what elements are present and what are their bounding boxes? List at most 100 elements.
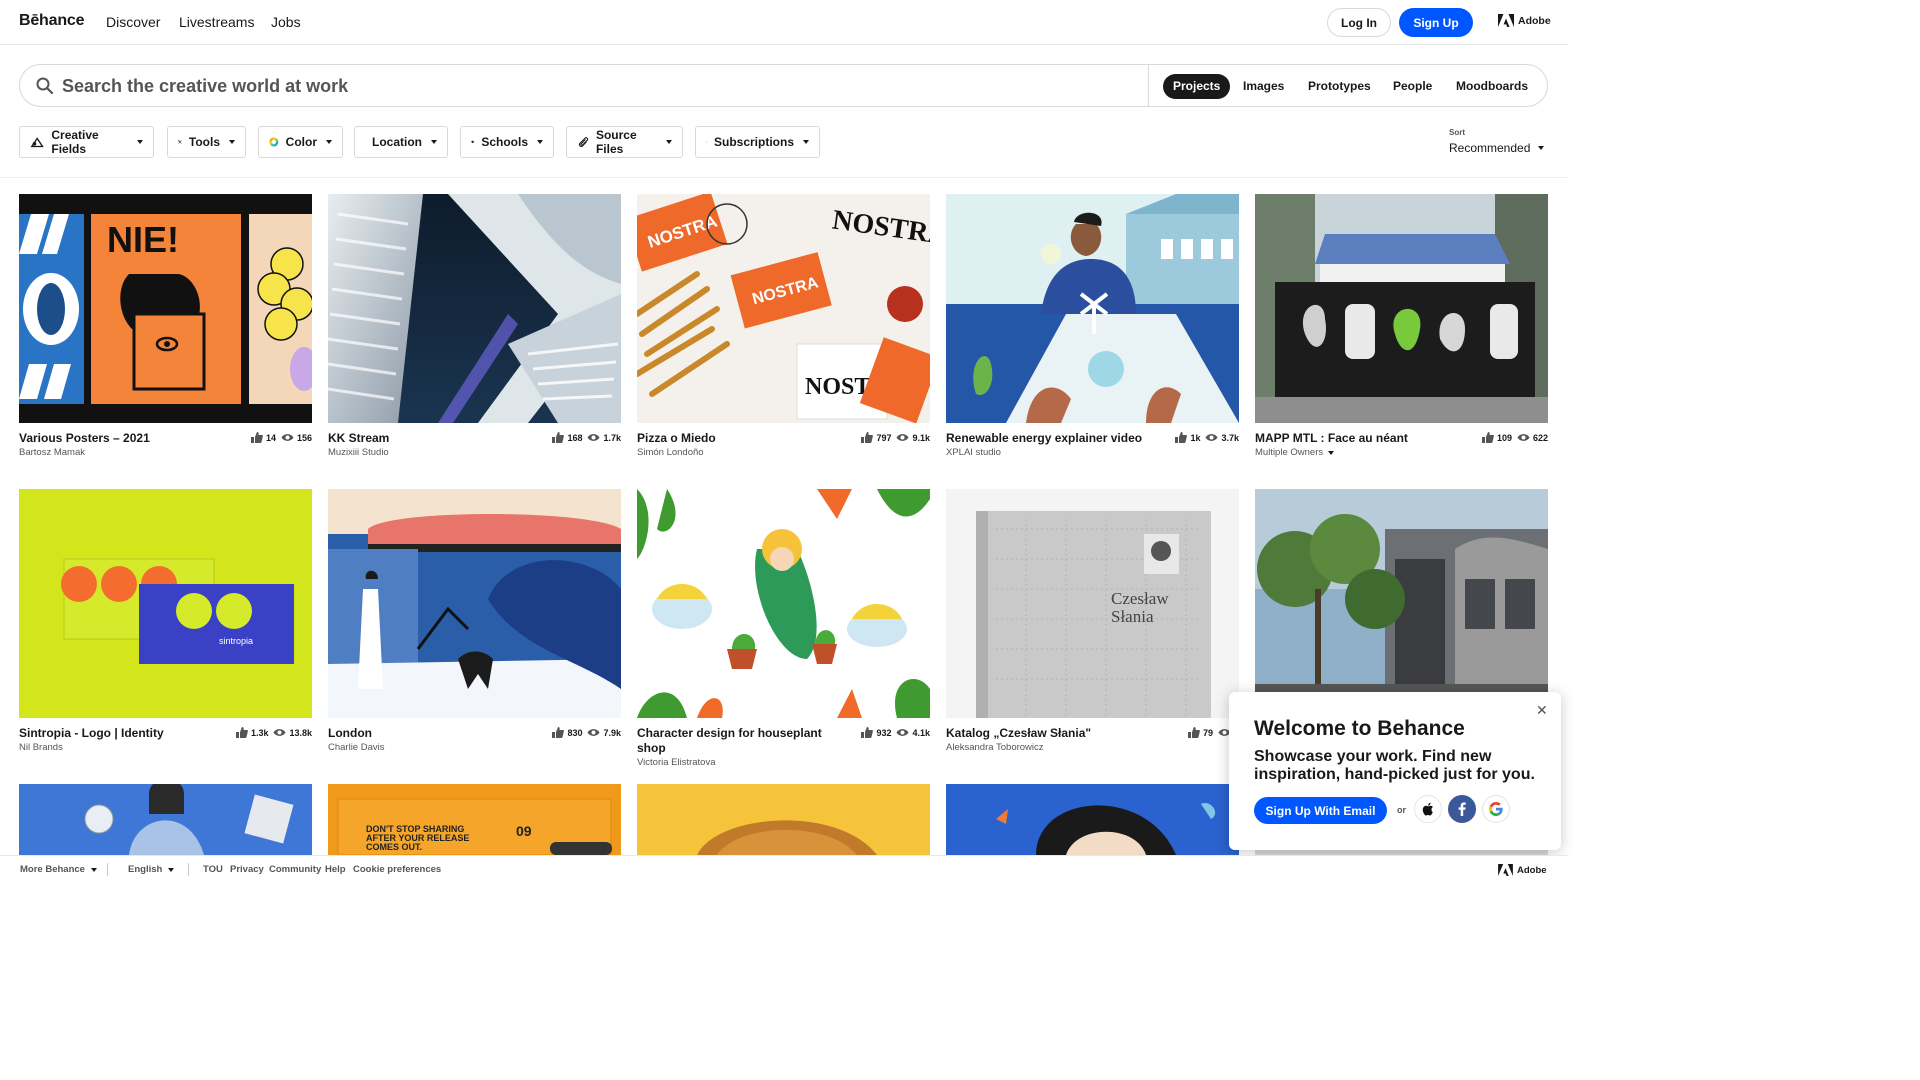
- project-thumbnail[interactable]: [637, 489, 930, 718]
- project-card[interactable]: MAPP MTL : Face au néant Multiple Owners…: [1255, 194, 1548, 459]
- thumbnail-text: 09: [516, 823, 532, 839]
- sort-value: Recommended: [1449, 141, 1531, 155]
- project-owner[interactable]: Multiple Owners: [1255, 446, 1548, 459]
- book-title: Czesław: [1111, 589, 1169, 608]
- sort-dropdown[interactable]: Recommended: [1449, 141, 1545, 155]
- project-stats: 168 1.7k: [552, 432, 621, 443]
- project-title[interactable]: Various Posters – 2021: [19, 431, 229, 446]
- nav-link-jobs[interactable]: Jobs: [271, 14, 301, 30]
- project-card[interactable]: Character design for houseplant shop Vic…: [637, 489, 930, 769]
- project-owner[interactable]: Muzixiii Studio: [328, 446, 621, 459]
- project-thumbnail[interactable]: [637, 784, 930, 855]
- tab-projects[interactable]: Projects: [1163, 74, 1231, 99]
- search-icon: [36, 77, 53, 94]
- filter-label: Schools: [481, 135, 528, 149]
- project-thumbnail[interactable]: [946, 194, 1239, 423]
- project-owner[interactable]: XPLAI studio: [946, 446, 1239, 459]
- project-thumbnail[interactable]: [328, 489, 621, 718]
- adobe-link[interactable]: Adobe: [1498, 14, 1551, 27]
- project-title[interactable]: Katalog „Czesław Słania": [946, 726, 1156, 741]
- project-card[interactable]: [946, 784, 1239, 855]
- project-title[interactable]: KK Stream: [328, 431, 538, 446]
- project-card[interactable]: NIE! Various Posters – 2021 Bartosz Mama…: [19, 194, 312, 459]
- chevron-down-icon[interactable]: [1328, 450, 1335, 455]
- project-title[interactable]: MAPP MTL : Face au néant: [1255, 431, 1465, 446]
- eye-icon: [281, 434, 294, 441]
- project-card[interactable]: London Charlie Davis 830 7.9k: [328, 489, 621, 754]
- filter-tools[interactable]: Tools: [167, 126, 246, 158]
- close-button[interactable]: ✕: [1536, 702, 1548, 719]
- more-behance-dropdown[interactable]: More Behance: [20, 864, 97, 875]
- chevron-down-icon: [326, 140, 332, 144]
- project-thumbnail[interactable]: [1255, 194, 1548, 423]
- project-card[interactable]: KK Stream Muzixiii Studio 168 1.7k: [328, 194, 621, 459]
- footer-link-help[interactable]: Help: [325, 864, 346, 875]
- google-signin-button[interactable]: [1482, 795, 1510, 823]
- filter-label: Location: [372, 135, 422, 149]
- project-card[interactable]: [1255, 489, 1548, 726]
- project-owner[interactable]: Victoria Elistratova: [637, 756, 930, 769]
- project-card[interactable]: Renewable energy explainer video XPLAI s…: [946, 194, 1239, 459]
- language-dropdown[interactable]: English: [128, 864, 175, 875]
- signup-button[interactable]: Sign Up: [1399, 8, 1473, 37]
- project-owner[interactable]: Bartosz Mamak: [19, 446, 312, 459]
- project-meta: Sintropia - Logo | Identity Nil Brands 1…: [19, 726, 312, 754]
- project-thumbnail[interactable]: DON'T STOP SHARING AFTER YOUR RELEASE CO…: [328, 784, 621, 855]
- project-title[interactable]: Renewable energy explainer video: [946, 431, 1156, 446]
- project-owner[interactable]: Simón Londoño: [637, 446, 930, 459]
- signup-email-button[interactable]: Sign Up With Email: [1254, 797, 1387, 824]
- filter-creative-fields[interactable]: Creative Fields: [19, 126, 154, 158]
- project-card[interactable]: NOSTRA NOSTRA NOSTRA NOSTRA Pizza o Mied…: [637, 194, 930, 459]
- filter-color[interactable]: Color: [258, 126, 343, 158]
- tab-people[interactable]: People: [1383, 74, 1442, 99]
- project-stats: 109 622: [1481, 432, 1548, 443]
- project-thumbnail[interactable]: [328, 194, 621, 423]
- project-meta: Character design for houseplant shop Vic…: [637, 726, 930, 769]
- owner-name: Bartosz Mamak: [19, 447, 85, 458]
- project-thumbnail[interactable]: [19, 784, 312, 855]
- project-title[interactable]: Pizza o Miedo: [637, 431, 847, 446]
- project-owner[interactable]: Aleksandra Toborowicz: [946, 741, 1239, 754]
- project-card[interactable]: Czesław Słania Katalog „Czesław Słania" …: [946, 489, 1239, 754]
- tab-moodboards[interactable]: Moodboards: [1446, 74, 1538, 99]
- footer-link-cookie-preferences[interactable]: Cookie preferences: [353, 864, 441, 875]
- footer-link-tou[interactable]: TOU: [203, 864, 223, 875]
- footer-link-privacy[interactable]: Privacy: [230, 864, 264, 875]
- adobe-link[interactable]: Adobe: [1498, 864, 1547, 876]
- project-card[interactable]: sintropia sintropia Sintropia - Logo | I…: [19, 489, 312, 754]
- book-title: Słania: [1111, 607, 1154, 626]
- project-thumbnail[interactable]: Czesław Słania: [946, 489, 1239, 718]
- project-thumbnail[interactable]: sintropia sintropia: [19, 489, 312, 718]
- project-thumbnail[interactable]: NIE!: [19, 194, 312, 423]
- project-card[interactable]: [637, 784, 930, 855]
- filter-subscriptions[interactable]: Subscriptions: [695, 126, 820, 158]
- filter-location[interactable]: Location: [354, 126, 448, 158]
- behance-logo[interactable]: Bēhance: [19, 12, 84, 30]
- tab-prototypes[interactable]: Prototypes: [1298, 74, 1381, 99]
- project-thumbnail[interactable]: NOSTRA NOSTRA NOSTRA NOSTRA: [637, 194, 930, 423]
- filter-schools[interactable]: Schools: [460, 126, 554, 158]
- facebook-signin-button[interactable]: [1448, 795, 1476, 823]
- project-title[interactable]: Sintropia - Logo | Identity: [19, 726, 229, 741]
- project-title[interactable]: London: [328, 726, 538, 741]
- tab-images[interactable]: Images: [1233, 74, 1294, 99]
- filter-source-files[interactable]: Source Files: [566, 126, 683, 158]
- owner-name: Aleksandra Toborowicz: [946, 742, 1044, 753]
- footer-link-community[interactable]: Community: [269, 864, 321, 875]
- project-card[interactable]: [19, 784, 312, 855]
- project-title[interactable]: Character design for houseplant shop: [637, 726, 847, 756]
- project-thumbnail[interactable]: [946, 784, 1239, 855]
- search-input[interactable]: [62, 73, 1142, 99]
- nav-link-livestreams[interactable]: Livestreams: [179, 14, 254, 30]
- project-owner[interactable]: Nil Brands: [19, 741, 312, 754]
- nav-link-discover[interactable]: Discover: [106, 14, 160, 30]
- project-owner[interactable]: Charlie Davis: [328, 741, 621, 754]
- login-button[interactable]: Log In: [1327, 8, 1391, 37]
- chevron-down-icon: [168, 867, 175, 872]
- footer-label: More Behance: [20, 864, 85, 875]
- apple-signin-button[interactable]: [1414, 795, 1442, 823]
- owner-name: Simón Londoño: [637, 447, 704, 458]
- project-card[interactable]: DON'T STOP SHARING AFTER YOUR RELEASE CO…: [328, 784, 621, 855]
- project-thumbnail[interactable]: [1255, 489, 1548, 718]
- like-count: 109: [1496, 432, 1512, 443]
